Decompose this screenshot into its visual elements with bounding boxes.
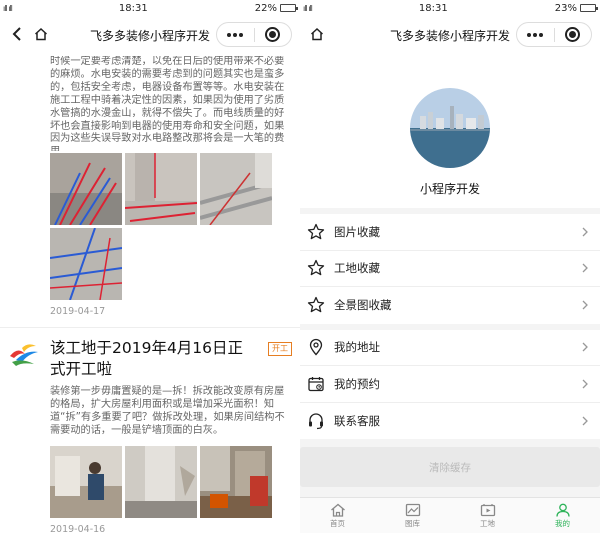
battery-percent: 22% [254, 2, 277, 14]
account-menu: 我的地址 我的预约 联系客服 [300, 329, 600, 440]
bottom-tab-bar: 首页 图库 工地 我的 [300, 497, 600, 533]
tab-label: 工地 [480, 518, 495, 528]
menu-item-my-appointments[interactable]: 我的预约 [300, 366, 600, 403]
target-circle-icon [565, 27, 581, 42]
tab-label: 我的 [555, 518, 570, 528]
more-button[interactable] [517, 23, 554, 46]
post-item: 时候一定要考虑清楚，以免在日后的使用带来不必要的麻烦。水电安装的需要考虑到的问题… [0, 56, 300, 317]
menu-item-panorama-favorites[interactable]: 全景图收藏 [300, 287, 600, 324]
post-item[interactable]: 该工地于2019年4月16日正式开工啦 开工 装修第一步毋庸置疑的是—拆！拆改能… [0, 328, 300, 533]
site-photo[interactable] [125, 153, 197, 225]
photo-grid [50, 445, 288, 518]
post-text: 时候一定要考虑清楚，以免在日后的使用带来不必要的麻烦。水电安装的需要考虑到的问题… [50, 56, 285, 151]
tab-home[interactable]: 首页 [300, 498, 375, 533]
profile-name: 小程序开发 [419, 182, 480, 196]
company-logo-icon [10, 344, 38, 366]
status-bar: ıll ıll 18:31 23% [300, 0, 600, 16]
target-circle-icon [265, 27, 281, 42]
menu-item-image-favorites[interactable]: 图片收藏 [300, 214, 600, 251]
menu-item-label: 图片收藏 [334, 224, 380, 239]
signal-icon: ıll ıll [3, 3, 13, 13]
status-time: 18:31 [118, 2, 148, 14]
home-icon [34, 27, 48, 41]
menu-item-label: 全景图收藏 [334, 298, 392, 313]
tab-site[interactable]: 工地 [450, 498, 525, 533]
home-button[interactable] [306, 23, 328, 45]
more-dots-icon [527, 32, 544, 37]
photo-grid [50, 153, 288, 300]
close-miniprogram-button[interactable] [255, 23, 292, 46]
home-icon [310, 27, 324, 41]
video-icon [480, 503, 495, 516]
chevron-right-icon [582, 300, 588, 310]
home-icon [330, 503, 345, 517]
menu-item-label: 我的预约 [334, 376, 380, 391]
site-photo[interactable] [50, 153, 122, 225]
post-title: 该工地于2019年4月16日正式开工啦 [50, 339, 244, 378]
chevron-right-icon [582, 342, 588, 352]
clear-cache-button[interactable]: 清除缓存 [300, 447, 600, 487]
close-miniprogram-button[interactable] [555, 23, 592, 46]
battery-icon [579, 4, 598, 12]
tab-gallery[interactable]: 图库 [375, 498, 450, 533]
tab-label: 图库 [405, 518, 420, 528]
calendar-icon [306, 374, 326, 394]
home-button[interactable] [30, 23, 52, 45]
chevron-right-icon [582, 263, 588, 273]
star-icon [306, 258, 326, 278]
profile-header: 小程序开发 [300, 52, 600, 208]
menu-item-my-address[interactable]: 我的地址 [300, 330, 600, 366]
site-photo[interactable] [200, 153, 272, 225]
site-photo[interactable] [50, 228, 122, 300]
profile-screen: ıll ıll 18:31 23% 飞多多装修小程序开发 小程序开发 图片收藏 … [300, 0, 600, 533]
headset-icon [306, 411, 326, 431]
profile-icon [555, 503, 570, 517]
chevron-right-icon [582, 416, 588, 426]
nav-bar: 飞多多装修小程序开发 [300, 16, 600, 52]
post-date: 2019-04-17 [50, 306, 106, 317]
status-badge: 开工 [268, 342, 292, 356]
status-bar: ıll ıll 18:31 22% [0, 0, 300, 16]
favorites-menu: 图片收藏 工地收藏 全景图收藏 [300, 214, 600, 324]
location-pin-icon [306, 337, 326, 357]
chevron-right-icon [582, 379, 588, 389]
mini-program-capsule [216, 22, 292, 47]
mini-program-capsule [516, 22, 592, 47]
more-button[interactable] [217, 23, 254, 46]
post-date: 2019-04-16 [50, 523, 106, 533]
star-icon [306, 222, 326, 242]
status-time: 18:31 [418, 2, 448, 14]
more-dots-icon [227, 32, 244, 37]
gallery-icon [405, 503, 420, 516]
menu-item-customer-service[interactable]: 联系客服 [300, 403, 600, 440]
menu-item-label: 联系客服 [334, 413, 380, 428]
site-photo[interactable] [50, 445, 122, 518]
menu-item-label: 工地收藏 [334, 261, 380, 276]
chevron-right-icon [582, 227, 588, 237]
site-photo[interactable] [200, 445, 272, 518]
back-button[interactable] [6, 23, 28, 45]
post-text: 装修第一步毋庸置疑的是—拆！拆改能改变原有房屋的格局，扩大房屋利用面积或是增加采… [50, 386, 285, 436]
battery-percent: 23% [554, 2, 577, 14]
tab-mine[interactable]: 我的 [525, 498, 600, 533]
avatar[interactable] [410, 88, 490, 168]
site-photo[interactable] [125, 445, 197, 518]
battery-icon [279, 4, 298, 12]
menu-item-site-favorites[interactable]: 工地收藏 [300, 251, 600, 287]
star-icon [306, 295, 326, 315]
tab-label: 首页 [330, 518, 345, 528]
signal-icon: ıll ıll [303, 3, 313, 13]
chevron-left-icon [12, 27, 21, 41]
menu-item-label: 我的地址 [334, 340, 380, 355]
nav-bar: 飞多多装修小程序开发 [0, 16, 300, 52]
site-feed-screen: ıll ıll 18:31 22% 飞多多装修小程序开发 时候一定要考虑清楚，以… [0, 0, 300, 533]
